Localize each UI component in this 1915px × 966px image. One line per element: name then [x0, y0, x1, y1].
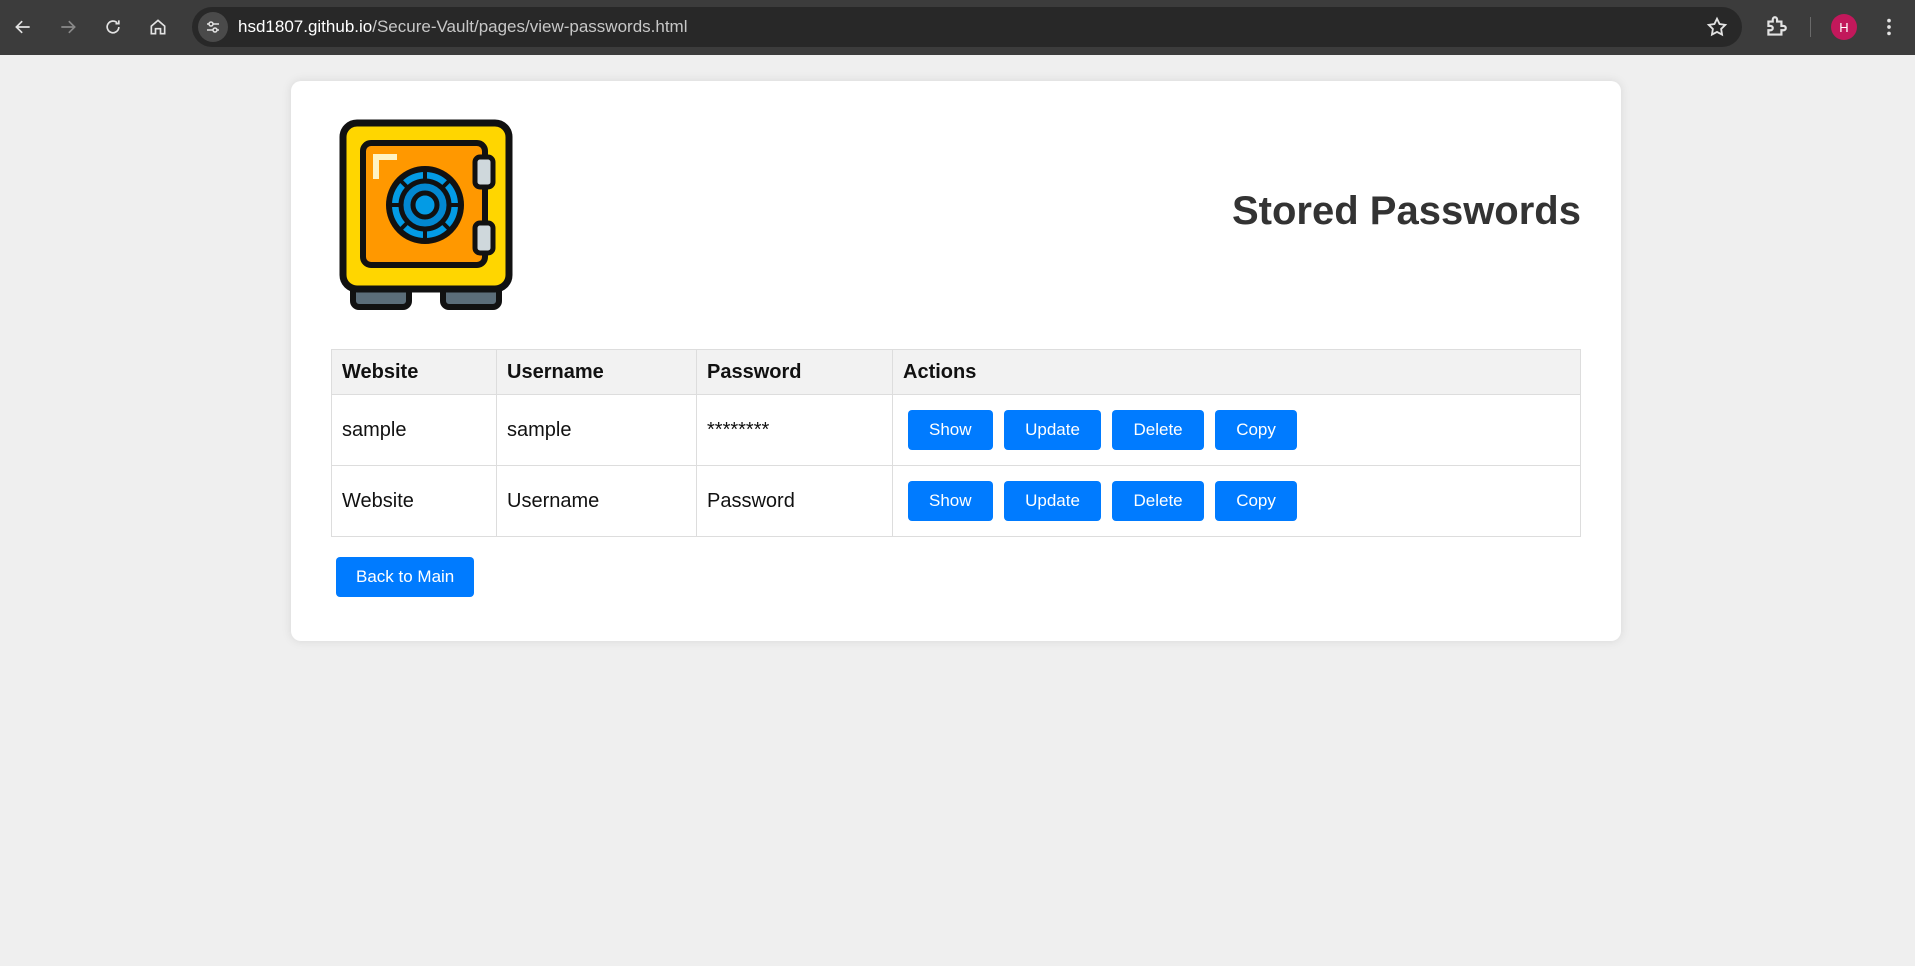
- header-username: Username: [496, 349, 697, 395]
- table-header-row: Website Username Password Actions: [331, 349, 1581, 395]
- extensions-puzzle-icon[interactable]: [1763, 14, 1789, 40]
- delete-button[interactable]: Delete: [1112, 481, 1204, 521]
- header-website: Website: [331, 349, 497, 395]
- header-actions: Actions: [892, 349, 1581, 395]
- cell-password: ********: [696, 394, 893, 466]
- toolbar-divider: [1810, 17, 1811, 37]
- cell-password: Password: [696, 465, 893, 537]
- content-card: Stored Passwords Website Username Passwo…: [291, 81, 1621, 641]
- table-row: sample sample ******** Show Update Delet…: [331, 394, 1581, 466]
- cell-actions: Show Update Delete Copy: [892, 465, 1581, 537]
- table-row: Website Username Password Show Update De…: [331, 465, 1581, 537]
- update-button[interactable]: Update: [1004, 481, 1101, 521]
- reload-icon[interactable]: [96, 10, 130, 44]
- cell-website: Website: [331, 465, 497, 537]
- url-text: hsd1807.github.io/Secure-Vault/pages/vie…: [238, 17, 688, 37]
- kebab-menu-icon[interactable]: [1878, 15, 1900, 39]
- show-button[interactable]: Show: [908, 481, 993, 521]
- cell-username: sample: [496, 394, 697, 466]
- cell-actions: Show Update Delete Copy: [892, 394, 1581, 466]
- copy-button[interactable]: Copy: [1215, 410, 1297, 450]
- profile-avatar[interactable]: H: [1831, 14, 1857, 40]
- site-settings-icon[interactable]: [198, 12, 228, 42]
- page-title: Stored Passwords: [1231, 189, 1581, 233]
- show-button[interactable]: Show: [908, 410, 993, 450]
- address-bar[interactable]: hsd1807.github.io/Secure-Vault/pages/vie…: [192, 7, 1742, 47]
- header-password: Password: [696, 349, 893, 395]
- cell-website: sample: [331, 394, 497, 466]
- delete-button[interactable]: Delete: [1112, 410, 1204, 450]
- back-arrow-icon[interactable]: [6, 10, 40, 44]
- safe-vault-icon: [339, 119, 513, 310]
- url-host: hsd1807.github.io: [238, 17, 373, 36]
- back-to-main-button[interactable]: Back to Main: [336, 557, 475, 597]
- cell-username: Username: [496, 465, 697, 537]
- update-button[interactable]: Update: [1004, 410, 1101, 450]
- forward-arrow-icon[interactable]: [51, 10, 85, 44]
- home-icon[interactable]: [141, 10, 175, 44]
- passwords-table: Website Username Password Actions sample…: [331, 349, 1581, 537]
- copy-button[interactable]: Copy: [1215, 481, 1297, 521]
- bookmark-star-icon[interactable]: [1706, 16, 1728, 38]
- browser-toolbar: hsd1807.github.io/Secure-Vault/pages/vie…: [0, 0, 1915, 55]
- url-path: /Secure-Vault/pages/view-passwords.html: [372, 17, 688, 36]
